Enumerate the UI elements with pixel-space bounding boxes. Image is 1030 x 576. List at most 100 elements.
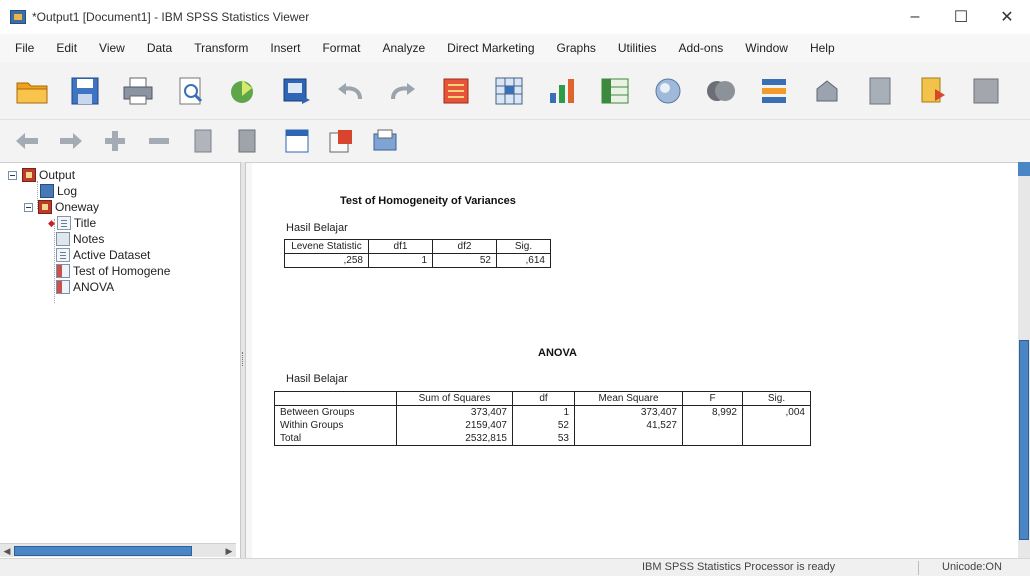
table-cell [742,419,811,432]
menu-analyze[interactable]: Analyze [371,41,436,55]
print-icon[interactable] [118,73,158,109]
show-all-variables-icon[interactable] [754,73,794,109]
collapse-toggle-icon[interactable] [24,202,33,212]
tree-node-notes[interactable]: Notes [56,231,104,247]
create-edit-autoscript-icon[interactable] [966,73,1006,109]
scroll-right-icon[interactable]: ▶ [222,544,236,558]
tree-node-oneway[interactable]: Oneway [24,199,99,215]
tree-node-anova[interactable]: ANOVA [56,279,114,295]
content-margin [246,163,252,559]
homogeneity-table[interactable]: Levene Statistic df1 df2 Sig. ,258 1 52 … [284,239,551,268]
pivot-table-icon [56,264,70,278]
goto-case-icon[interactable] [489,73,529,109]
open-folder-icon[interactable] [12,73,52,109]
menu-graphs[interactable]: Graphs [546,41,607,55]
scrollbar-thumb[interactable] [1019,340,1029,540]
table-cell: 41,527 [574,419,683,432]
demote-icon[interactable] [56,126,86,156]
content-vertical-scrollbar[interactable] [1018,162,1030,558]
menu-window[interactable]: Window [734,41,799,55]
row-header: Within Groups [274,419,397,432]
use-variable-sets-icon[interactable] [701,73,741,109]
title-bar: *Output1 [Document1] - IBM SPSS Statisti… [0,0,1030,34]
column-header: Levene Statistic [284,239,369,254]
table-row: Within Groups 2159,407 52 41,527 [274,419,811,432]
anova-table[interactable]: Sum of Squares df Mean Square F Sig. Bet… [274,391,811,446]
collapse-toggle-icon[interactable] [8,170,17,180]
save-icon[interactable] [65,73,105,109]
tree-label-notes: Notes [73,232,105,246]
menu-utilities[interactable]: Utilities [607,41,668,55]
column-header: F [682,391,743,406]
minimize-button[interactable]: – [892,0,938,34]
notes-icon [56,232,70,246]
menu-format[interactable]: Format [311,41,371,55]
close-button[interactable]: ✕ [984,0,1030,34]
splitter-grip[interactable] [242,352,244,366]
collapse-icon[interactable] [144,126,174,156]
tree-label-active-dataset: Active Dataset [73,248,151,262]
output-book-icon [22,168,36,182]
tree-label-oneway: Oneway [55,200,100,214]
menu-transform[interactable]: Transform [183,41,259,55]
menu-direct-marketing[interactable]: Direct Marketing [436,41,545,55]
scrollbar-thumb[interactable] [14,546,192,556]
table-row: ,258 1 52 ,614 [284,253,551,268]
tree-node-log[interactable]: Log [40,183,77,199]
insert-heading-icon[interactable] [282,126,312,156]
redo-icon[interactable] [383,73,423,109]
hide-icon[interactable] [232,126,262,156]
table-cell: ,614 [496,253,551,268]
outline-horizontal-scrollbar[interactable]: ◀ ▶ [0,543,236,557]
script-icon[interactable] [913,73,953,109]
menu-help[interactable]: Help [799,41,846,55]
table-cell: 2532,815 [396,432,513,446]
split-file-icon[interactable] [807,73,847,109]
menu-edit[interactable]: Edit [45,41,88,55]
maximize-button[interactable]: ☐ [938,0,984,34]
run-descriptive-icon[interactable] [648,73,688,109]
table-cell [682,432,743,446]
tree-label-log: Log [57,184,78,198]
tree-node-output[interactable]: Output [8,167,75,183]
scroll-up-icon[interactable] [1018,162,1030,176]
tree-node-title[interactable]: ◆ Title [48,215,96,231]
tree-label-output: Output [39,168,76,182]
promote-icon[interactable] [12,126,42,156]
table-cell: 373,407 [396,405,513,419]
column-header: Mean Square [574,391,683,406]
menu-view[interactable]: View [88,41,136,55]
expand-icon[interactable] [100,126,130,156]
undo-icon[interactable] [330,73,370,109]
menu-add-ons[interactable]: Add-ons [668,41,735,55]
menu-file[interactable]: File [4,41,45,55]
menu-bar: File Edit View Data Transform Insert For… [0,34,1030,62]
title-icon [56,216,71,230]
print-preview-icon[interactable] [171,73,211,109]
designate-window-icon[interactable] [860,73,900,109]
tree-node-test-homogeneity[interactable]: Test of Homogene [56,263,170,279]
oneway-book-icon [38,200,52,214]
tree-label-title: Title [73,216,97,230]
window-title: *Output1 [Document1] - IBM SPSS Statisti… [32,10,310,24]
goto-variable-icon[interactable] [542,73,582,109]
tree-node-active-dataset[interactable]: Active Dataset [56,247,150,263]
recall-dialog-icon[interactable] [277,73,317,109]
export-icon[interactable] [224,73,264,109]
homogeneity-title: Test of Homogeneity of Variances [340,195,516,207]
pivot-table-icon [56,280,70,294]
variables-icon[interactable] [595,73,635,109]
insert-title-icon[interactable] [326,126,356,156]
insert-text-icon[interactable] [370,126,400,156]
menu-insert[interactable]: Insert [259,41,311,55]
menu-data[interactable]: Data [136,41,183,55]
table-cell: ,004 [742,405,811,419]
table-cell: 1 [368,253,433,268]
spss-viewer-icon [10,10,26,24]
show-icon[interactable] [188,126,218,156]
output-content-pane: Test of Homogeneity of Variances Hasil B… [246,162,1018,559]
table-cell [742,432,811,446]
scroll-left-icon[interactable]: ◀ [0,544,14,558]
goto-data-icon[interactable] [436,73,476,109]
table-cell [682,419,743,432]
